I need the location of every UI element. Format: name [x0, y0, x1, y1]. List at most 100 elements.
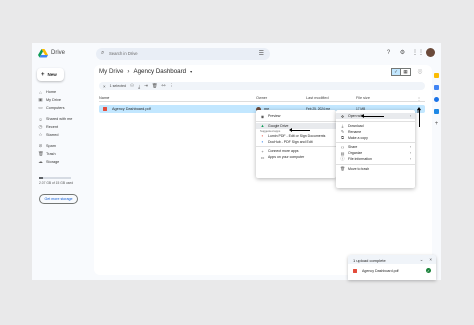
search-icon[interactable]: ⌕: [101, 50, 104, 57]
info-icon: ⓘ: [340, 156, 345, 161]
eye-icon: ◉: [260, 113, 265, 119]
sidebar: + New ⌂ Home ▣ My Drive ▭ Computers ☺ Shared…: [32, 65, 94, 280]
annotation-arrow-google-drive: [289, 127, 310, 133]
column-owner[interactable]: Owner: [256, 96, 267, 100]
keep-icon[interactable]: [434, 85, 439, 90]
column-modified[interactable]: Last modified: [306, 96, 329, 100]
apps-icon[interactable]: ⋮⋮: [412, 49, 424, 56]
menu-item-google-drive[interactable]: ▲ Google Drive: [256, 122, 336, 129]
tasks-icon[interactable]: [434, 97, 439, 102]
get-more-storage-button[interactable]: Get more storage: [39, 194, 78, 204]
menu-item-label: Organize: [348, 151, 363, 155]
chevron-down-icon[interactable]: ⌄: [420, 257, 424, 263]
rename-icon: ✎: [340, 129, 345, 134]
sidebar-item-shared[interactable]: ☺ Shared with me: [38, 115, 94, 123]
download-icon[interactable]: ⤓: [138, 84, 140, 89]
sidebar-item-label: Trash: [46, 152, 56, 156]
drive-icon: ▣: [38, 97, 43, 102]
new-button-label: New: [47, 72, 57, 77]
sidebar-item-starred[interactable]: ☆ Starred: [38, 131, 94, 139]
pdf-file-icon: [353, 269, 360, 274]
annotation-arrow-open-with: [361, 113, 384, 119]
menu-item-label: Apps on your computer: [268, 155, 305, 159]
upload-file[interactable]: Agency Dashboard.pdf: [353, 269, 399, 274]
menu-item-move-trash[interactable]: 🗑 Move to trash: [336, 166, 415, 172]
close-icon[interactable]: ×: [429, 257, 432, 263]
upload-controls: ⌄ ×: [420, 257, 432, 263]
new-button[interactable]: + New: [37, 68, 64, 81]
menu-item-file-info[interactable]: ⓘ File information ›: [336, 156, 415, 162]
breadcrumb-root[interactable]: My Drive: [99, 68, 123, 75]
menu-item-dochub[interactable]: ▪ DocHub - PDF Sign and Edit: [256, 139, 336, 145]
share-person-icon[interactable]: ⚇: [130, 83, 134, 89]
column-options-icon[interactable]: ⋮: [417, 96, 421, 101]
search-bar[interactable]: ⌕ Search in Drive ☰: [96, 48, 270, 60]
trash-icon: 🗑: [38, 151, 44, 156]
star-icon: ☆: [38, 132, 43, 137]
menu-item-label: Move to trash: [348, 166, 370, 171]
account-avatar[interactable]: [426, 48, 435, 57]
column-size[interactable]: File size: [356, 96, 370, 100]
menu-item-computer-apps[interactable]: ▭ Apps on your computer: [256, 154, 336, 160]
right-side-panel: +: [432, 65, 441, 145]
grid-view-icon[interactable]: ▦: [401, 68, 411, 76]
settings-icon[interactable]: ⚙: [398, 49, 407, 56]
chevron-right-icon: ›: [409, 145, 411, 149]
chevron-right-icon: ›: [409, 114, 411, 118]
link-icon[interactable]: ⚯: [162, 83, 166, 89]
computer-icon: ▭: [38, 105, 43, 110]
sidebar-item-computers[interactable]: ▭ Computers: [38, 104, 94, 112]
list-view-icon[interactable]: ✓: [391, 68, 401, 76]
trash-icon[interactable]: 🗑: [152, 83, 158, 89]
contacts-icon[interactable]: [434, 109, 439, 114]
sidebar-item-label: Spam: [46, 144, 56, 148]
sidebar-item-label: Computers: [46, 106, 65, 110]
open-with-menu: ◉ Preview ▲ Google Drive Suggested apps ▪ L…: [256, 110, 336, 178]
cloud-icon: ☁: [38, 159, 43, 164]
copy-icon: ⧉: [341, 135, 344, 140]
add-icon[interactable]: +: [435, 121, 439, 127]
sidebar-item-label: Storage: [46, 160, 60, 164]
info-icon[interactable]: ⓘ: [415, 68, 425, 76]
storage-bar-fill: [39, 177, 44, 179]
spam-icon: ⊘: [38, 143, 43, 148]
menu-item-make-copy[interactable]: ⧉ Make a copy: [336, 135, 415, 141]
menu-item-preview[interactable]: ◉ Preview: [256, 113, 336, 119]
sidebar-item-spam[interactable]: ⊘ Spam: [38, 142, 94, 150]
file-name[interactable]: Agency Dashboard.pdf: [112, 107, 151, 111]
selection-count: 1 selected: [109, 84, 127, 88]
share-person-icon: ⚇: [340, 144, 345, 150]
pdf-file-icon: [103, 107, 110, 111]
dochub-icon: ▪: [261, 139, 264, 144]
search-placeholder[interactable]: Search in Drive: [109, 51, 138, 56]
sidebar-item-trash[interactable]: 🗑 Trash: [38, 150, 94, 158]
selection-toolbar: × 1 selected ⚇ ⤓ ⇥ 🗑 ⚯ ⋮: [99, 82, 425, 90]
shared-icon: ☺: [38, 116, 43, 122]
sidebar-item-recent[interactable]: ◷ Recent: [38, 123, 94, 131]
sidebar-item-home[interactable]: ⌂ Home: [38, 88, 94, 96]
calendar-icon[interactable]: [434, 73, 439, 78]
chevron-down-icon[interactable]: ▾: [190, 69, 192, 74]
menu-item-label: Download: [348, 123, 364, 128]
check-icon: ✓: [426, 268, 431, 273]
clear-selection-icon[interactable]: ×: [103, 84, 106, 89]
sidebar-item-my-drive[interactable]: ▣ My Drive: [38, 96, 94, 104]
drive-logo-icon[interactable]: [38, 49, 48, 58]
sidebar-item-storage[interactable]: ☁ Storage: [38, 158, 94, 166]
upload-file-name: Agency Dashboard.pdf: [362, 269, 399, 274]
move-icon: ✥: [340, 113, 345, 119]
breadcrumb-separator: ›: [127, 68, 130, 75]
table-header: Name ↑ Owner Last modified File size ⋮: [99, 94, 425, 102]
download-icon: ⤓: [341, 123, 344, 128]
topbar-icons: ? ⚙ ⋮⋮: [384, 48, 435, 57]
trash-icon: 🗑: [340, 166, 346, 171]
breadcrumb-current[interactable]: Agency Dashboard: [133, 68, 186, 75]
chevron-right-icon: ›: [409, 151, 411, 155]
move-icon[interactable]: ⇥: [144, 83, 148, 89]
annotation-arrow-more-actions: [416, 107, 422, 127]
sort-arrow-icon[interactable]: ↑: [108, 96, 110, 100]
more-actions-icon[interactable]: ⋮: [169, 83, 174, 89]
help-icon[interactable]: ?: [384, 50, 393, 56]
search-options-icon[interactable]: ☰: [259, 50, 264, 57]
menu-item-label: Rename: [348, 129, 362, 134]
